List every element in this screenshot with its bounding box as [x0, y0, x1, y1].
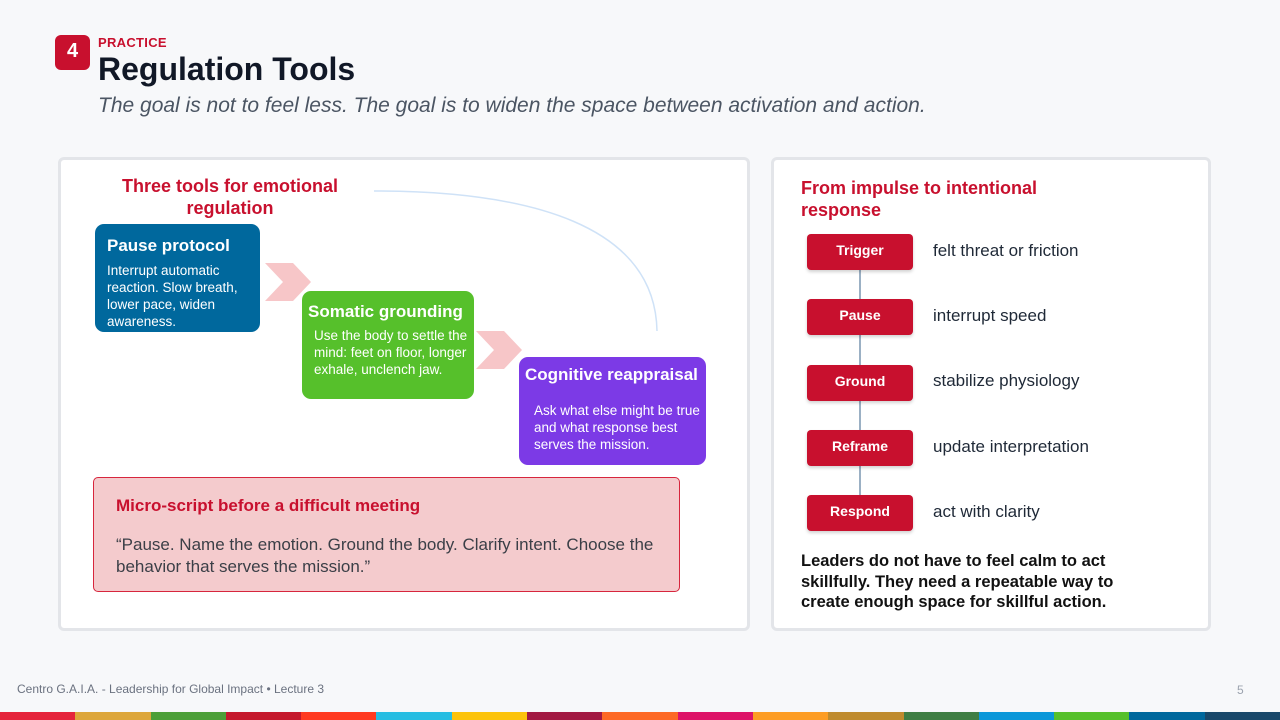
- flow-step-trigger: Trigger: [807, 234, 913, 270]
- color-stripe: [1054, 712, 1130, 720]
- color-stripe: [602, 712, 678, 720]
- color-stripe: [150, 712, 226, 720]
- flow-step-description: interrupt speed: [933, 306, 1047, 325]
- color-stripe: [1129, 712, 1205, 720]
- flow-step-description: update interpretation: [933, 437, 1089, 456]
- flow-step-respond: Respond: [807, 495, 913, 531]
- flow-step-description: stabilize physiology: [933, 371, 1080, 390]
- flow-step-reframe: Reframe: [807, 430, 913, 466]
- tool-card-somatic-grounding: Somatic grounding Use the body to settle…: [302, 291, 474, 399]
- closing-statement: Leaders do not have to feel calm to act …: [801, 552, 1114, 611]
- section-kicker: PRACTICE: [98, 35, 167, 50]
- footer-text: Centro G.A.I.A. - Leadership for Global …: [17, 682, 325, 696]
- page-subtitle: The goal is not to feel less. The goal i…: [98, 94, 926, 117]
- flow-step-pause: Pause: [807, 299, 913, 335]
- micro-script-box: Micro-script before a difficult meeting …: [93, 477, 680, 592]
- color-stripe: [978, 712, 1055, 720]
- chevron-right-icon: [476, 331, 522, 369]
- flow-step-ground: Ground: [807, 365, 913, 401]
- color-stripe: [376, 712, 452, 720]
- color-stripe: [527, 712, 603, 720]
- tools-heading: Three tools for emotional regulation: [121, 176, 339, 218]
- color-stripe: [451, 712, 528, 720]
- micro-script-heading: Micro-script before a difficult meeting: [116, 496, 421, 515]
- flow-step-description: felt threat or friction: [933, 241, 1079, 260]
- color-stripe: [301, 712, 377, 720]
- color-stripe-bar: [0, 712, 1280, 720]
- flow-step-description: act with clarity: [933, 502, 1040, 521]
- color-stripe: [677, 712, 753, 720]
- color-stripe: [225, 712, 302, 720]
- tool-description: Ask what else might be true and what res…: [534, 403, 700, 452]
- color-stripe: [828, 712, 904, 720]
- tool-title: Cognitive reappraisal: [525, 365, 698, 384]
- color-stripe: [0, 712, 76, 720]
- color-stripe: [903, 712, 979, 720]
- tool-card-cognitive-reappraisal: Cognitive reappraisal Ask what else migh…: [519, 357, 706, 465]
- tool-description: Interrupt automatic reaction. Slow breat…: [107, 263, 238, 329]
- tool-description: Use the body to settle the mind: feet on…: [314, 328, 468, 377]
- flow-heading: From impulse to intentional response: [801, 178, 1038, 220]
- tool-title: Somatic grounding: [308, 302, 463, 321]
- page-number: 5: [1237, 683, 1244, 697]
- color-stripe: [752, 712, 829, 720]
- tool-title: Pause protocol: [107, 236, 230, 255]
- tool-card-pause-protocol: Pause protocol Interrupt automatic react…: [95, 224, 260, 332]
- color-stripe: [75, 712, 151, 720]
- micro-script-quote: “Pause. Name the emotion. Ground the bod…: [116, 535, 654, 576]
- section-number-badge: 4: [55, 35, 90, 70]
- page-title: Regulation Tools: [98, 51, 356, 87]
- color-stripe: [1204, 712, 1280, 720]
